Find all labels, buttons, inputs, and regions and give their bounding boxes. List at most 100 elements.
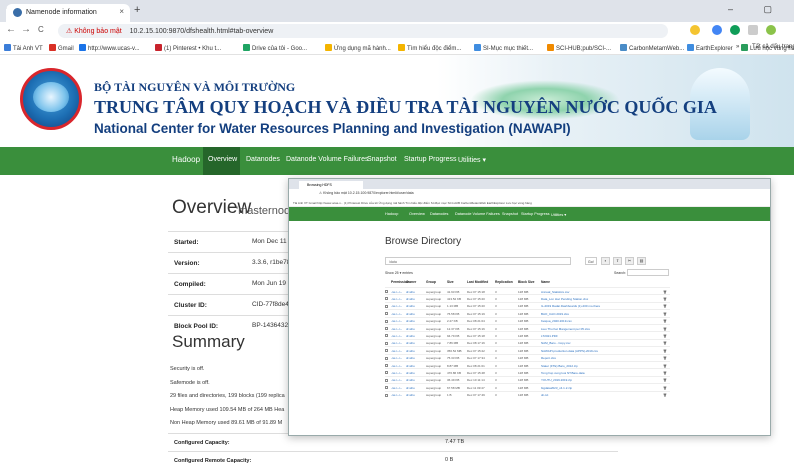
table-header[interactable]: Name: [541, 280, 550, 284]
cell-name[interactable]: LT2021.PDF: [541, 334, 558, 338]
table-row[interactable]: -rw-r--r-- dr.who supergroup 1 B Dec 07 17:4…: [385, 390, 670, 398]
cell-name[interactable]: YOUTU_2019.2019.zip: [541, 378, 572, 382]
delete-icon[interactable]: 🗑: [663, 378, 667, 382]
directory-path-input[interactable]: /data: [385, 257, 571, 265]
overlay-nav-item[interactable]: Datanode Volume Failures: [455, 212, 500, 216]
cell-owner[interactable]: dr.who: [406, 393, 415, 397]
paste-icon[interactable]: ▤: [637, 257, 646, 265]
extension-icon[interactable]: [712, 25, 722, 35]
delete-icon[interactable]: 🗑: [663, 297, 667, 301]
cell-owner[interactable]: dr.who: [406, 304, 415, 308]
cell-owner[interactable]: dr.who: [406, 297, 415, 301]
cell-owner[interactable]: dr.who: [406, 312, 415, 316]
other-bookmarks[interactable]: Tất cả dấu trang: [752, 44, 794, 50]
row-checkbox[interactable]: [385, 297, 388, 301]
cell-owner[interactable]: dr.who: [406, 364, 415, 368]
cell-perm[interactable]: -rw-r--r--: [391, 378, 402, 382]
folder-icon[interactable]: ▪: [601, 257, 610, 265]
new-tab-button[interactable]: +: [134, 4, 140, 16]
row-checkbox[interactable]: [385, 378, 388, 382]
table-row[interactable]: -rw-r--r-- dr.who supergroup 8.87 MB Dec 08 …: [385, 361, 670, 368]
row-checkbox[interactable]: [385, 290, 388, 293]
table-row[interactable]: -rw-r--r-- dr.who supergroup 7.86 MB Dec 08 …: [385, 338, 670, 346]
cell-name[interactable]: Lieu Thu Ket Mangement per 05.xlsx: [541, 327, 590, 331]
cell-perm[interactable]: -rw-r--r--: [391, 356, 402, 360]
delete-icon[interactable]: 🗑: [663, 356, 667, 360]
table-row[interactable]: -rw-r--r-- dr.who supergroup 12.37 KB Dec 07…: [385, 324, 670, 331]
cell-name[interactable]: IL-2019 Radar.Dashboards (1)-200 mo.ther…: [541, 304, 600, 308]
cell-owner[interactable]: dr.who: [406, 378, 415, 382]
row-checkbox[interactable]: [385, 312, 388, 316]
row-checkbox[interactable]: [385, 393, 388, 397]
table-header[interactable]: Replication: [495, 280, 513, 284]
cell-name[interactable]: Stater (FTE) Baro_2012.zip: [541, 364, 578, 368]
row-checkbox[interactable]: [385, 334, 388, 338]
cell-perm[interactable]: -rw-r--r--: [391, 304, 402, 308]
cell-perm[interactable]: -rw-r--r--: [391, 297, 402, 301]
bookmark-item[interactable]: (1) Pinterest • Khu t...: [155, 44, 221, 52]
cell-perm[interactable]: -rw-r--r--: [391, 312, 402, 316]
go-button[interactable]: Go!: [585, 257, 597, 265]
cell-perm[interactable]: -rw-r--r--: [391, 327, 402, 331]
table-row[interactable]: -rw-r--r-- dr.who supergroup 413.52 KB Dec 0…: [385, 294, 670, 301]
cell-owner[interactable]: dr.who: [406, 334, 415, 338]
bookmark-item[interactable]: SCI-HUB;pub/SCI-...: [547, 44, 611, 52]
table-row[interactable]: -rw-r--r-- dr.who supergroup 76.58 KB Dec 07…: [385, 309, 670, 316]
bookmark-item[interactable]: Tìm hiểu độc điểm...: [398, 44, 461, 52]
cell-perm[interactable]: -rw-r--r--: [391, 364, 402, 368]
table-header[interactable]: Size: [447, 280, 454, 284]
row-checkbox[interactable]: [385, 386, 388, 390]
profile-avatar[interactable]: [766, 25, 776, 35]
cell-perm[interactable]: -rw-r--r--: [391, 386, 402, 390]
bookmark-item[interactable]: Gmail: [49, 44, 74, 52]
overlay-address-bar[interactable]: ⚠ Không bảo mật 10.2.15.100:9870/explore…: [289, 189, 770, 198]
cell-name[interactable]: Ketqua_2020.2019.csv: [541, 319, 572, 323]
table-header[interactable]: Last Modified: [467, 280, 488, 284]
nav-datanodes[interactable]: Datanodes: [246, 156, 280, 163]
delete-icon[interactable]: 🗑: [663, 364, 667, 368]
delete-icon[interactable]: 🗑: [663, 319, 667, 323]
overlay-nav-item[interactable]: Overview: [409, 212, 425, 216]
delete-icon[interactable]: 🗑: [663, 304, 667, 308]
table-row[interactable]: -rw-r--r-- dr.who supergroup 41.93 KB Dec 07…: [385, 287, 670, 294]
cell-name[interactable]: Annual_Statistics.csv: [541, 290, 569, 294]
overlay-nav-item[interactable]: Snapshot: [502, 212, 518, 216]
delete-icon[interactable]: 🗑: [663, 327, 667, 331]
cell-name[interactable]: bigdata2023_v4.1.2.zip: [541, 386, 572, 390]
tab-close-icon[interactable]: ×: [119, 7, 124, 16]
nav-startup-progress[interactable]: Startup Progress: [404, 156, 457, 163]
nav-volume-failures[interactable]: Datanode Volume Failures: [286, 156, 369, 163]
row-checkbox[interactable]: [385, 327, 388, 330]
address-bar[interactable]: ⚠ Không bảo mật 10.2.15.100:9870/dfsheal…: [58, 24, 668, 38]
row-checkbox[interactable]: [385, 349, 388, 353]
cell-perm[interactable]: -rw-r--r--: [391, 334, 402, 338]
table-row[interactable]: -rw-r--r-- dr.who supergroup 2.27 KB Dec 08 …: [385, 316, 670, 324]
nav-snapshot[interactable]: Snapshot: [367, 156, 397, 163]
row-checkbox[interactable]: [385, 304, 388, 308]
table-header[interactable]: Block Size: [518, 280, 535, 284]
cell-owner[interactable]: dr.who: [406, 371, 415, 375]
back-button[interactable]: ←: [6, 24, 16, 35]
table-row[interactable]: -rw-r--r-- dr.who supergroup 36.49 KB Dec 10…: [385, 375, 670, 383]
cell-owner[interactable]: dr.who: [406, 290, 415, 294]
cell-perm[interactable]: -rw-r--r--: [391, 393, 402, 397]
overlay-nav-item[interactable]: Hadoop: [385, 212, 398, 216]
cell-owner[interactable]: dr.who: [406, 327, 415, 331]
row-checkbox[interactable]: [385, 319, 388, 323]
cell-perm[interactable]: -rw-r--r--: [391, 290, 402, 294]
downloads-icon[interactable]: [748, 25, 758, 35]
table-row[interactable]: -rw-r--r-- dr.who supergroup 75.33 KB Dec 07…: [385, 353, 670, 361]
bookmark-item[interactable]: Tải Anh VT: [4, 44, 43, 52]
bookmark-item[interactable]: EarthExplorer: [687, 44, 733, 52]
bookmarks-more-button[interactable]: »: [736, 44, 739, 50]
table-row[interactable]: -rw-r--r-- dr.who supergroup 94.79 KB Dec 07…: [385, 331, 670, 338]
cell-name[interactable]: Tong hop xung luoi NT.Bare.data: [541, 371, 585, 375]
delete-icon[interactable]: 🗑: [663, 349, 667, 353]
row-checkbox[interactable]: [385, 371, 388, 375]
table-header[interactable]: Owner: [406, 280, 416, 284]
overlay-nav-item[interactable]: Startup Progress: [521, 212, 550, 216]
extension-icon[interactable]: [730, 25, 740, 35]
delete-icon[interactable]: 🗑: [663, 312, 667, 316]
row-checkbox[interactable]: [385, 364, 388, 367]
delete-icon[interactable]: 🗑: [663, 334, 667, 338]
